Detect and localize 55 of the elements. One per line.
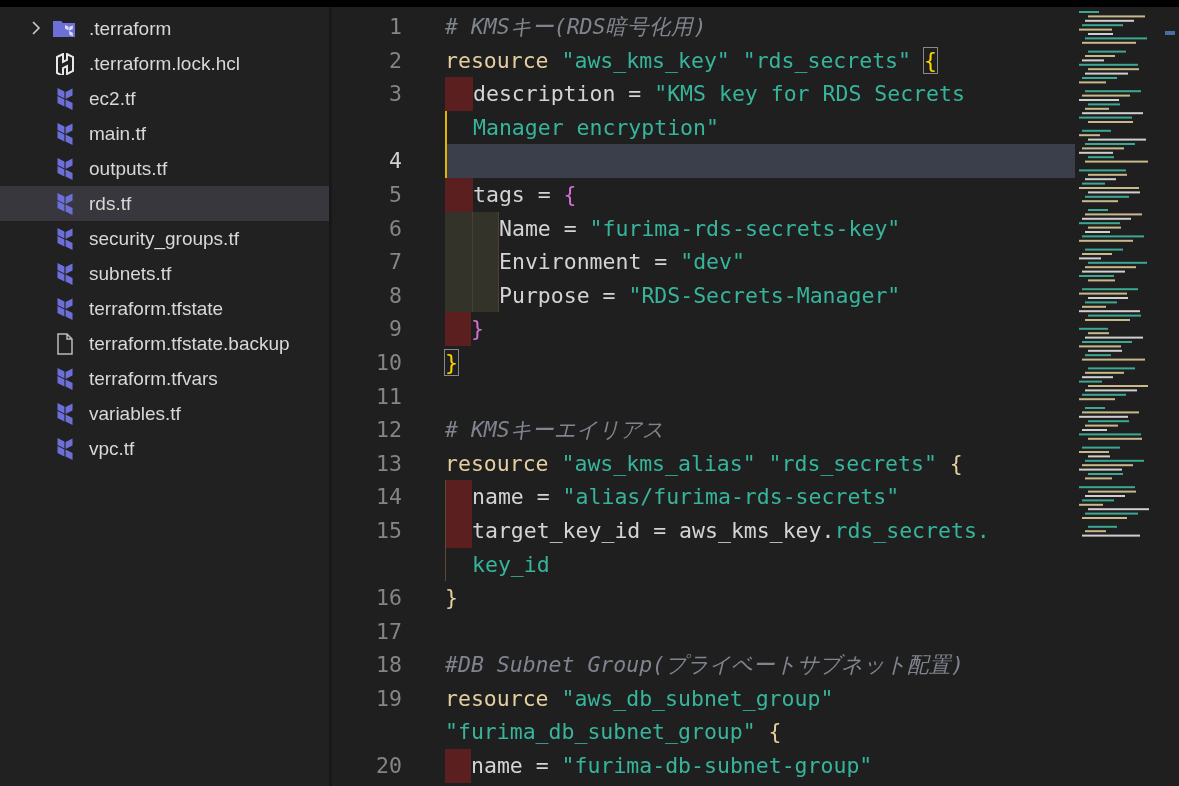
file-item[interactable]: .terraform.lock.hcl (0, 46, 329, 81)
file-item[interactable]: variables.tf (0, 396, 329, 431)
code-line: tags = { (473, 180, 577, 209)
line-number: 3 (388, 80, 402, 109)
scrollbar-thumb[interactable] (1165, 31, 1175, 35)
line-number: 8 (388, 281, 402, 310)
line-number: 14 (375, 483, 402, 512)
code-line: resource "aws_kms_key" "rds_secrets" { (445, 46, 937, 75)
line-number: 5 (388, 180, 402, 209)
file-item[interactable]: outputs.tf (0, 151, 329, 186)
line-number: 16 (375, 584, 402, 613)
hashicorp-logo-icon (53, 52, 77, 75)
code-line: key_id (472, 550, 550, 579)
line-number: 9 (388, 315, 402, 344)
line-number: 13 (375, 449, 402, 478)
file-item[interactable]: vpc.tf (0, 431, 329, 466)
code-line: description = "KMS key for RDS Secrets (473, 80, 965, 109)
code-line: target_key_id = aws_kms_key.rds_secrets. (472, 516, 990, 545)
code-line: #DB Subnet Group(プライベートサブネット配置) (445, 651, 964, 680)
line-number: 6 (388, 214, 402, 243)
line-number: 4 (388, 147, 402, 176)
line-number: 20 (375, 752, 402, 781)
code-line: resource "aws_kms_alias" "rds_secrets" { (445, 449, 963, 478)
line-number: 7 (388, 248, 402, 277)
code-line: resource "aws_db_subnet_group" (445, 684, 834, 713)
line-number: 18 (375, 651, 402, 680)
code-line: } (445, 348, 458, 377)
line-number: 2 (388, 46, 402, 75)
code-line: # KMSキーエイリアス (445, 416, 664, 445)
file-item[interactable]: ec2.tf (0, 81, 329, 116)
line-number: 1 (388, 13, 402, 41)
file-item[interactable]: security_groups.tf (0, 221, 329, 256)
code-line: Environment = "dev" (499, 248, 745, 277)
file-item[interactable]: .terraform (0, 11, 329, 46)
code-line: name = "furima-db-subnet-group" (471, 752, 873, 781)
line-number: 10 (375, 348, 402, 377)
line-number: 19 (375, 684, 402, 713)
code-line: name = "alias/furima-rds-secrets" (472, 483, 900, 512)
code-line: Purpose = "RDS-Secrets-Manager" (499, 281, 901, 310)
file-item[interactable]: subnets.tf (0, 256, 329, 291)
file-item[interactable]: main.tf (0, 116, 329, 151)
line-number: 15 (375, 516, 402, 545)
code-line: # KMSキー(RDS暗号化用) (445, 13, 707, 41)
code-line: Manager encryption" (473, 113, 719, 142)
file-item[interactable]: terraform.tfvars (0, 361, 329, 396)
line-number: 12 (375, 416, 402, 445)
code-line: } (471, 315, 484, 344)
code-line: } (445, 584, 458, 613)
code-line: Name = "furima-rds-secrets-key" (499, 214, 901, 243)
file-item[interactable]: terraform.tfstate.backup (0, 326, 329, 361)
line-number: 17 (375, 617, 402, 646)
code-line: "furima_db_subnet_group" { (445, 718, 782, 747)
line-number: 11 (375, 382, 402, 411)
file-item[interactable]: terraform.tfstate (0, 291, 329, 326)
file-item[interactable]: rds.tf (0, 186, 329, 221)
